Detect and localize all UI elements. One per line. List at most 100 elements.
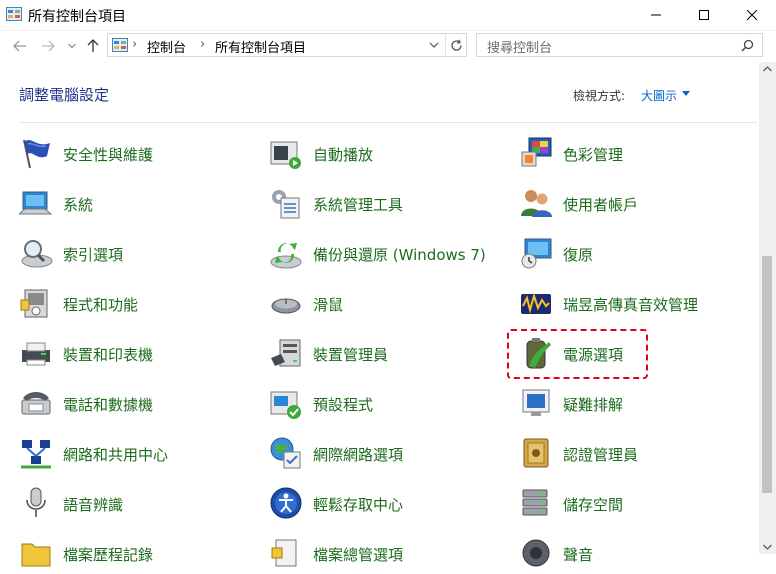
window-title: 所有控制台項目 <box>28 9 126 25</box>
maximize-icon <box>699 10 709 20</box>
item-label: 網路和共用中心 <box>63 446 169 464</box>
item-realtek-audio[interactable]: 瑞昱高傳真音效管理 <box>519 284 759 324</box>
item-recovery[interactable]: 復原 <box>519 234 759 274</box>
chevron-down-icon <box>68 43 76 49</box>
scroll-up-icon[interactable] <box>763 66 772 72</box>
item-credential-manager[interactable]: 認證管理員 <box>519 434 759 474</box>
search-icon[interactable] <box>741 39 754 52</box>
item-label: 網際網路選項 <box>313 446 404 464</box>
item-label: 備份與還原 (Windows 7) <box>313 246 486 264</box>
item-autoplay[interactable]: 自動播放 <box>269 134 509 174</box>
breadcrumb-separator: › <box>200 37 206 52</box>
item-label: 索引選項 <box>63 246 124 264</box>
forward-button[interactable] <box>40 38 56 54</box>
maximize-button[interactable] <box>680 0 728 30</box>
item-default-programs[interactable]: 預設程式 <box>269 384 509 424</box>
refresh-icon[interactable] <box>450 39 463 52</box>
close-icon <box>747 10 757 20</box>
arrow-right-icon <box>42 40 55 52</box>
item-file-history[interactable]: 檔案歷程記錄 <box>19 534 259 574</box>
item-programs-features[interactable]: 程式和功能 <box>19 284 259 324</box>
page-title: 調整電腦設定 <box>19 86 110 104</box>
item-ease-of-access[interactable]: 輕鬆存取中心 <box>269 484 509 524</box>
scroll-down-icon[interactable] <box>763 544 772 550</box>
document-icon <box>271 539 297 567</box>
item-label: 系統 <box>63 196 94 214</box>
item-label: 滑鼠 <box>313 296 344 314</box>
vault-icon <box>523 438 549 468</box>
item-color-management[interactable]: 色彩管理 <box>519 134 759 174</box>
breadcrumb-control-panel[interactable]: 控制台 <box>147 37 186 56</box>
item-devices-printers[interactable]: 裝置和印表機 <box>19 334 259 374</box>
folder-icon <box>21 543 51 567</box>
network-icon <box>21 440 51 469</box>
item-internet-options[interactable]: 網際網路選項 <box>269 434 509 474</box>
item-label: 裝置管理員 <box>313 346 389 364</box>
item-file-explorer-options[interactable]: 檔案總管選項 <box>269 534 509 574</box>
arrow-left-icon <box>13 40 26 52</box>
item-label: 色彩管理 <box>563 146 624 164</box>
item-label: 認證管理員 <box>563 446 639 464</box>
item-admin-tools[interactable]: 系統管理工具 <box>269 184 509 224</box>
item-label: 裝置和印表機 <box>63 346 154 364</box>
item-label: 程式和功能 <box>63 296 139 314</box>
storage-icon <box>522 489 548 516</box>
view-by-dropdown[interactable]: 大圖示 <box>641 87 677 104</box>
close-button[interactable] <box>728 0 776 30</box>
item-label: 系統管理工具 <box>313 196 404 214</box>
address-path-box[interactable]: › 控制台 › 所有控制台項目 <box>107 33 467 57</box>
breadcrumb-all-items[interactable]: 所有控制台項目 <box>215 37 306 56</box>
item-speech-recognition[interactable]: 語音辨識 <box>19 484 259 524</box>
item-label: 輕鬆存取中心 <box>313 496 404 514</box>
item-indexing-options[interactable]: 索引選項 <box>19 234 259 274</box>
divider <box>19 122 757 123</box>
microphone-icon <box>26 487 46 517</box>
up-button[interactable] <box>85 38 101 54</box>
globe-icon <box>270 437 301 469</box>
audio-manager-icon <box>521 292 551 314</box>
device-manager-icon <box>271 339 301 367</box>
minimize-icon <box>651 14 661 16</box>
item-sound[interactable]: 聲音 <box>519 534 759 574</box>
chevron-down-icon[interactable] <box>682 91 690 96</box>
item-label: 檔案歷程記錄 <box>63 546 154 564</box>
item-label: 聲音 <box>563 546 594 564</box>
monitor-icon <box>19 191 53 215</box>
item-user-accounts[interactable]: 使用者帳戶 <box>519 184 759 224</box>
search-input[interactable]: 搜尋控制台 <box>487 37 552 56</box>
item-mouse[interactable]: 滑鼠 <box>269 284 509 324</box>
item-label: 儲存空間 <box>563 496 624 514</box>
minimize-button[interactable] <box>632 0 680 30</box>
item-security-maintenance[interactable]: 安全性與維護 <box>19 134 259 174</box>
admin-tools-icon <box>272 190 300 219</box>
back-button[interactable] <box>12 38 28 54</box>
divider <box>445 34 446 56</box>
breadcrumb-separator: › <box>132 37 138 52</box>
chevron-down-icon[interactable] <box>429 42 439 49</box>
speaker-icon <box>522 539 550 567</box>
item-label: 安全性與維護 <box>63 146 154 164</box>
scrollbar-thumb[interactable] <box>762 256 772 493</box>
color-management-icon <box>521 137 552 167</box>
magnifier-icon <box>21 240 53 268</box>
item-troubleshooting[interactable]: 疑難排解 <box>519 384 759 424</box>
users-icon <box>521 190 552 217</box>
item-system[interactable]: 系統 <box>19 184 259 224</box>
item-network-sharing[interactable]: 網路和共用中心 <box>19 434 259 474</box>
arrow-up-icon <box>87 39 99 52</box>
item-device-manager[interactable]: 裝置管理員 <box>269 334 509 374</box>
highlight-box <box>507 329 648 379</box>
recent-locations-button[interactable] <box>64 38 80 54</box>
item-backup-restore[interactable]: 備份與還原 (Windows 7) <box>269 234 509 274</box>
view-by-label: 檢視方式: <box>573 89 626 103</box>
item-label: 疑難排解 <box>563 396 624 414</box>
item-storage-spaces[interactable]: 儲存空間 <box>519 484 759 524</box>
backup-icon <box>270 243 302 269</box>
accessibility-icon <box>270 487 302 519</box>
item-label: 復原 <box>563 246 594 264</box>
item-phone-modem[interactable]: 電話和數據機 <box>19 384 259 424</box>
autoplay-icon <box>270 141 301 169</box>
search-box[interactable]: 搜尋控制台 <box>476 33 763 57</box>
item-label: 電話和數據機 <box>63 396 154 414</box>
item-label: 自動播放 <box>313 146 374 164</box>
